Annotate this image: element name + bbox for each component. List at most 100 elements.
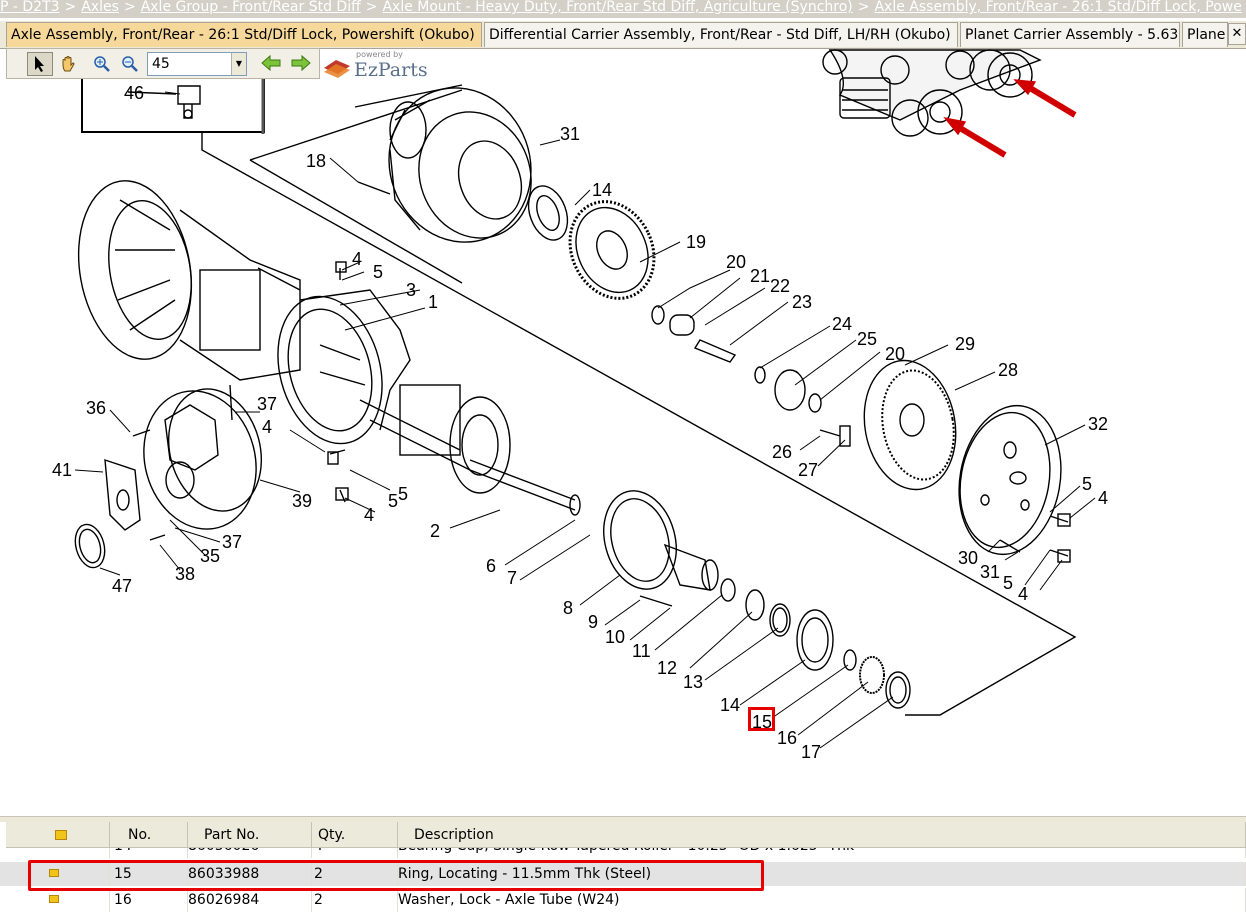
table-row[interactable]: 16 86026984 2 Washer, Lock - Axle Tube (… [0,888,1246,912]
callout-4c: 4 [352,249,362,269]
callout-14a: 14 [592,180,612,200]
callout-40: 31 [560,124,580,144]
tab-axle-assembly[interactable]: Axle Assembly, Front/Rear - 26:1 Std/Dif… [6,22,482,47]
breadcrumb-separator: > [64,0,77,15]
row-qty: 2 [312,888,398,912]
bracket-part [104,458,141,531]
callout-4d: 4 [262,417,272,437]
callout-17: 17 [801,742,821,762]
ezparts-logo-icon [324,60,350,78]
callout-27: 27 [798,460,818,480]
callout-46: 46 [124,83,144,103]
folder-icon [55,830,67,840]
callout-18: 18 [306,151,326,171]
callout-4a: 4 [1098,488,1108,508]
planet-ring-gear-part [863,359,957,491]
grid-header-description[interactable]: Description [398,822,1246,848]
callout-16: 16 [777,728,797,748]
brand-tagline: powered by [356,50,403,59]
callout-36: 36 [86,398,106,418]
breadcrumb-item-axle-mount[interactable]: Axle Mount - Heavy Duty, Front/Rear Std … [382,0,852,15]
ring-gear-part [568,200,656,300]
callout-labels: 18 31 14 19 20 21 22 23 24 25 20 29 28 3… [52,83,1108,762]
ezparts-logo: powered by EzParts [322,50,432,82]
inset-detail-box [81,73,265,134]
grid-header-icon-col[interactable] [6,822,110,848]
forward-arrow-icon[interactable] [288,51,314,75]
breadcrumb-separator: > [857,0,870,15]
seal-ring-part [74,523,106,569]
callout-6: 6 [486,556,496,576]
callout-37b: 37 [222,532,242,552]
differential-cage-part [143,384,263,530]
callout-22: 22 [770,276,790,296]
breadcrumb-separator: > [365,0,378,15]
callout-47: 47 [112,576,132,596]
selected-row-highlight [28,860,764,891]
row-description: Bearing Cup, Single Row Tapered Roller -… [398,848,1246,858]
callout-1: 1 [428,292,438,312]
pointer-icon[interactable] [27,52,53,76]
row-qty: 4 [312,848,398,858]
pan-hand-icon[interactable] [55,52,81,76]
callout-21: 21 [750,266,770,286]
grid-header-no[interactable]: No. [110,822,188,848]
callout-41: 41 [52,460,72,480]
callout-5e: 5 [388,491,398,511]
wheel-hub-left-part [77,180,301,381]
callout-20a: 20 [726,252,746,272]
zoom-level-select[interactable]: 45 ▼ [147,52,247,76]
callout-3: 3 [406,280,416,300]
breadcrumb-item-axles[interactable]: Axles [81,0,119,15]
breadcrumb-separator: > [123,0,136,15]
callout-31: 31 [980,562,1000,582]
row-no: 14 [110,848,188,858]
callout-20b: 20 [885,344,905,364]
assembly-boundary-lines [201,84,1077,716]
breadcrumb-item-axle-assembly[interactable]: Axle Assembly, Front/Rear - 26:1 Std/Dif… [874,0,1241,15]
callout-26: 26 [772,442,792,462]
zoom-in-icon[interactable] [89,52,115,76]
washer-11 [720,578,736,602]
axle-tube-right-part [399,384,581,516]
exploded-parts-diagram[interactable]: 18 31 14 19 20 21 22 23 24 25 20 29 28 3… [6,48,1246,817]
tab-planet-carrier[interactable]: Planet Carrier Assembly - 5.63 [960,22,1180,47]
chevron-down-icon[interactable]: ▼ [231,53,246,75]
breadcrumb-item-p-d2t3[interactable]: P - D2T3 [0,0,60,15]
callout-13: 13 [683,672,703,692]
callout-14b: 14 [720,695,740,715]
callout-2: 2 [430,521,440,541]
callout-39: 39 [292,491,312,511]
row-description: Washer, Lock - Axle Tube (W24) [398,888,1246,912]
callout-5b: 5 [1003,573,1013,593]
callout-11: 11 [632,641,651,661]
row-part-no: 86056026 [188,848,312,858]
callout-32: 32 [1088,414,1108,434]
callout-4b: 4 [1018,584,1028,604]
breadcrumb-item-axle-group[interactable]: Axle Group - Front/Rear Std Diff [141,0,361,15]
callout-8: 8 [563,598,573,618]
zoom-level-value: 45 [152,56,170,72]
zoom-out-icon[interactable] [117,52,143,76]
grid-header-qty[interactable]: Qty. [312,822,398,848]
tab-bar: Axle Assembly, Front/Rear - 26:1 Std/Dif… [0,21,1246,49]
callout-35: 35 [200,546,220,566]
callout-12: 12 [657,658,677,678]
table-row[interactable]: 14 86056026 4 Bearing Cup, Single Row Ta… [0,848,1246,858]
callout-5d: 5 [398,484,408,504]
callout-30: 30 [958,548,978,568]
tab-planet-truncated[interactable]: Plane [1182,22,1228,47]
grid-header-part-no[interactable]: Part No. [188,822,312,848]
back-arrow-icon[interactable] [258,51,284,75]
row-part-no: 86026984 [188,888,312,912]
close-icon[interactable]: ✕ [1228,23,1246,45]
tab-differential-carrier[interactable]: Differential Carrier Assembly, Front/Rea… [484,22,958,47]
callout-29: 29 [955,334,975,354]
row-no: 16 [110,888,188,912]
callout-5c: 5 [373,262,383,282]
callout-7: 7 [507,568,517,588]
callout-4e: 4 [364,505,374,525]
callout-25: 25 [857,329,877,349]
callout-19: 19 [686,232,706,252]
callout-leader-lines [74,91,1096,749]
